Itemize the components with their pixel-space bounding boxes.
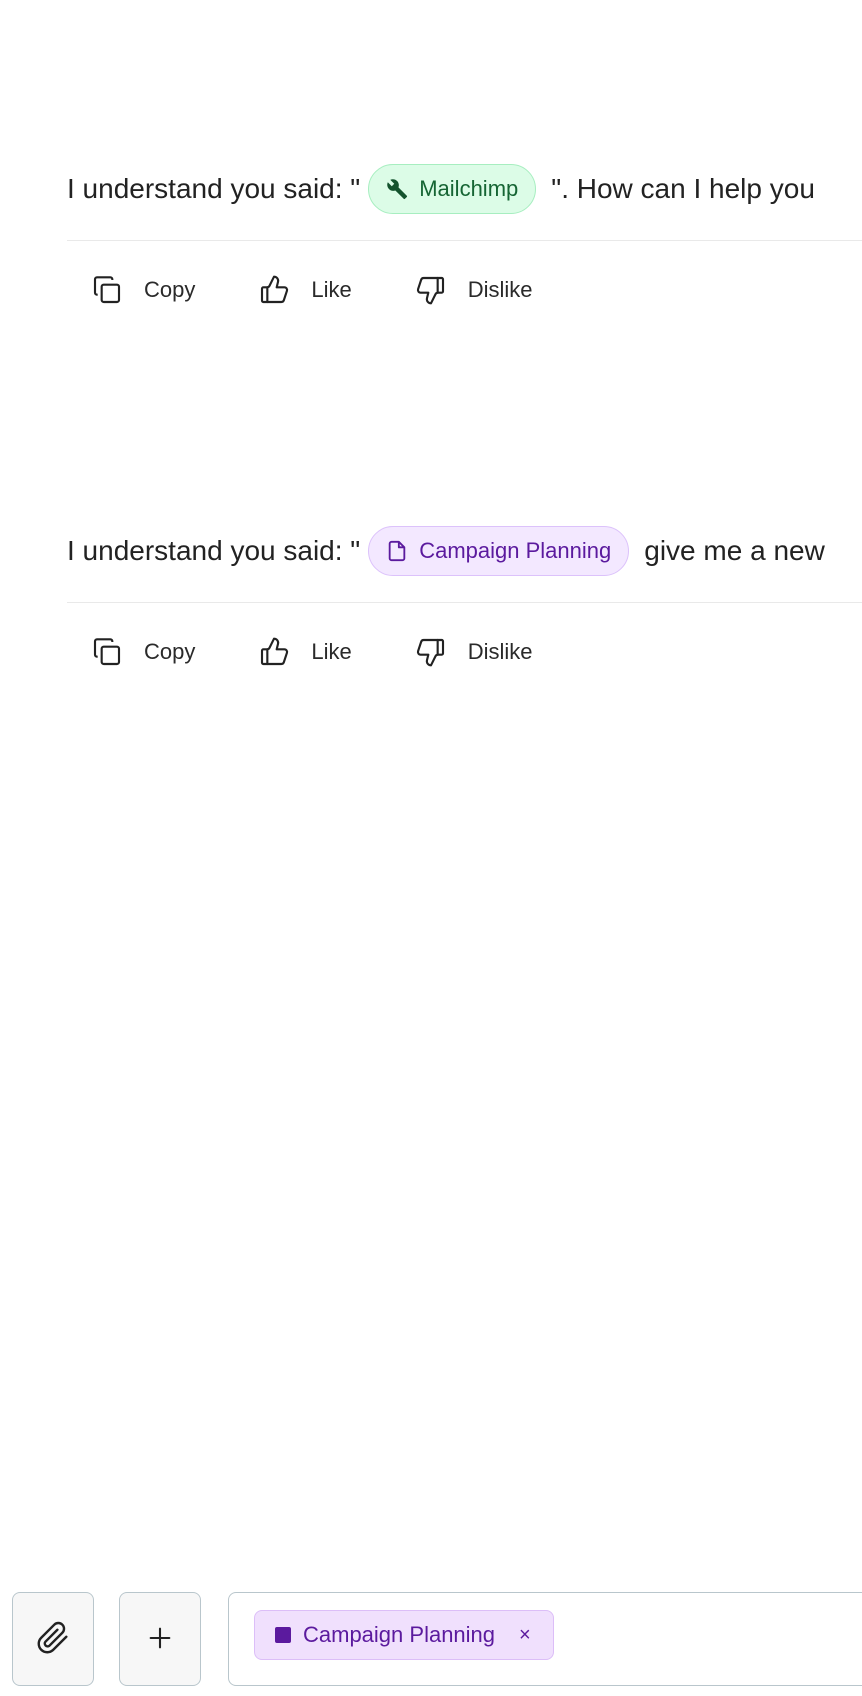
dislike-button[interactable]: Dislike [414, 635, 533, 669]
dislike-button[interactable]: Dislike [414, 273, 533, 307]
like-label: Like [311, 639, 352, 664]
wrench-icon [385, 177, 409, 201]
message-text: I understand you said: " Mailchimp ". Ho… [67, 163, 862, 215]
thumbs-up-icon [257, 273, 291, 307]
copy-button[interactable]: Copy [90, 635, 195, 669]
copy-label: Copy [144, 277, 196, 302]
tool-chip-label: Mailchimp [419, 176, 519, 201]
assistant-message: I understand you said: " Mailchimp ". Ho… [67, 163, 862, 307]
thumbs-down-icon [414, 635, 448, 669]
document-icon [385, 539, 409, 563]
like-button[interactable]: Like [257, 635, 352, 669]
context-chip-label: Campaign Planning [303, 1622, 496, 1647]
copy-icon [90, 635, 124, 669]
like-label: Like [311, 277, 352, 302]
message-text: I understand you said: " Campaign Planni… [67, 525, 862, 577]
plus-icon [146, 1624, 174, 1655]
like-button[interactable]: Like [257, 273, 352, 307]
dislike-label: Dislike [467, 639, 533, 664]
divider [67, 240, 862, 241]
message-input[interactable]: Campaign Planning × [228, 1592, 862, 1686]
context-chip-campaign-planning[interactable]: Campaign Planning × [254, 1610, 554, 1660]
square-icon [275, 1627, 291, 1643]
document-chip-label: Campaign Planning [419, 538, 612, 563]
composer: Campaign Planning × [12, 1592, 862, 1686]
attach-button[interactable] [12, 1592, 94, 1686]
paperclip-icon [36, 1621, 70, 1658]
thumbs-down-icon [414, 273, 448, 307]
divider [67, 602, 862, 603]
chat-viewport: I understand you said: " Mailchimp ". Ho… [0, 0, 862, 1696]
dislike-label: Dislike [467, 277, 533, 302]
copy-label: Copy [144, 639, 196, 664]
copy-button[interactable]: Copy [90, 273, 195, 307]
message-suffix: give me a new [644, 535, 825, 566]
document-chip-campaign-planning[interactable]: Campaign Planning [368, 526, 630, 576]
tool-chip-mailchimp[interactable]: Mailchimp [368, 164, 537, 214]
add-button[interactable] [119, 1592, 201, 1686]
message-prefix: I understand you said: " [67, 173, 361, 204]
thumbs-up-icon [257, 635, 291, 669]
assistant-message: I understand you said: " Campaign Planni… [67, 525, 862, 669]
remove-chip-button[interactable]: × [519, 1624, 531, 1647]
copy-icon [90, 273, 124, 307]
message-actions: Copy Like Dislike [90, 273, 862, 307]
message-suffix: ". How can I help you [551, 173, 815, 204]
message-actions: Copy Like Dislike [90, 635, 862, 669]
message-prefix: I understand you said: " [67, 535, 361, 566]
